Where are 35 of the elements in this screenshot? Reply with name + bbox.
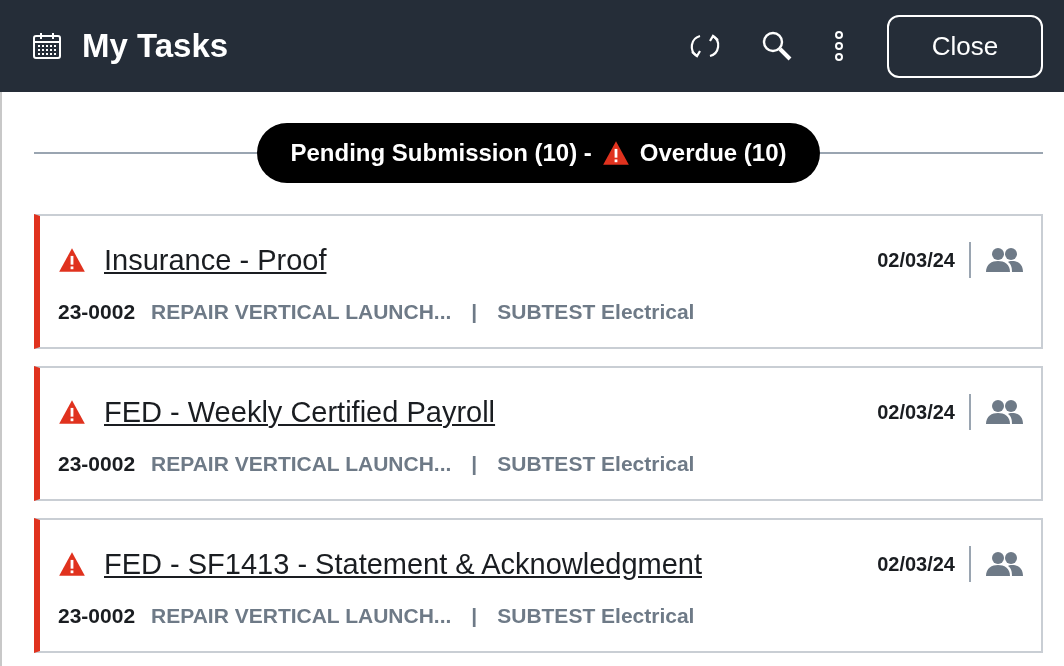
due-date: 02/03/24 (877, 546, 971, 582)
more-icon[interactable] (833, 30, 845, 62)
pending-label: Pending Submission (10) - (290, 139, 592, 167)
subtest-label: SUBTEST Electrical (497, 300, 695, 324)
due-date: 02/03/24 (877, 242, 971, 278)
project-name: REPAIR VERTICAL LAUNCH... (151, 452, 452, 476)
overdue-label: Overdue (10) (639, 139, 787, 167)
task-title-link[interactable]: FED - SF1413 - Statement & Acknowledgment (104, 547, 878, 581)
job-number: 23-0002 (58, 300, 136, 324)
subtest-label: SUBTEST Electrical (497, 452, 695, 476)
people-icon (985, 551, 1023, 577)
subtest-label: SUBTEST Electrical (497, 604, 695, 628)
task-card[interactable]: FED - Weekly Certified Payroll 02/03/24 23-0002 REPAIR VERTICAL LAUNCH... | SUBTEST Electrical (34, 366, 1043, 501)
project-name: REPAIR VERTICAL LAUNCH... (151, 300, 452, 324)
warning-icon (601, 140, 630, 166)
people-icon (985, 247, 1023, 273)
due-date: 02/03/24 (877, 394, 971, 430)
warning-icon (58, 247, 86, 273)
calendar-icon (32, 32, 62, 60)
task-card[interactable]: Insurance - Proof 02/03/24 23-0002 REPAIR VERTICAL LAUNCH... | SUBTEST Electrical (34, 214, 1043, 349)
people-icon (985, 399, 1023, 425)
warning-icon (58, 399, 86, 425)
separator-text: | (471, 604, 478, 628)
task-title-link[interactable]: Insurance - Proof (104, 243, 878, 277)
project-name: REPAIR VERTICAL LAUNCH... (151, 604, 452, 628)
separator-text: | (471, 452, 478, 476)
window-title: My Tasks (82, 27, 230, 65)
task-title-link[interactable]: FED - Weekly Certified Payroll (104, 395, 878, 429)
task-card[interactable]: FED - SF1413 - Statement & Acknowledgment 02/03/24 23-0002 REPAIR VERTICAL LAUNCH... | SUBTEST Electrical (34, 518, 1043, 653)
close-button[interactable]: Close (887, 14, 1043, 78)
search-icon[interactable] (761, 30, 793, 62)
warning-icon (58, 551, 86, 577)
job-number: 23-0002 (58, 604, 136, 628)
job-number: 23-0002 (58, 452, 136, 476)
separator-text: | (471, 300, 478, 324)
